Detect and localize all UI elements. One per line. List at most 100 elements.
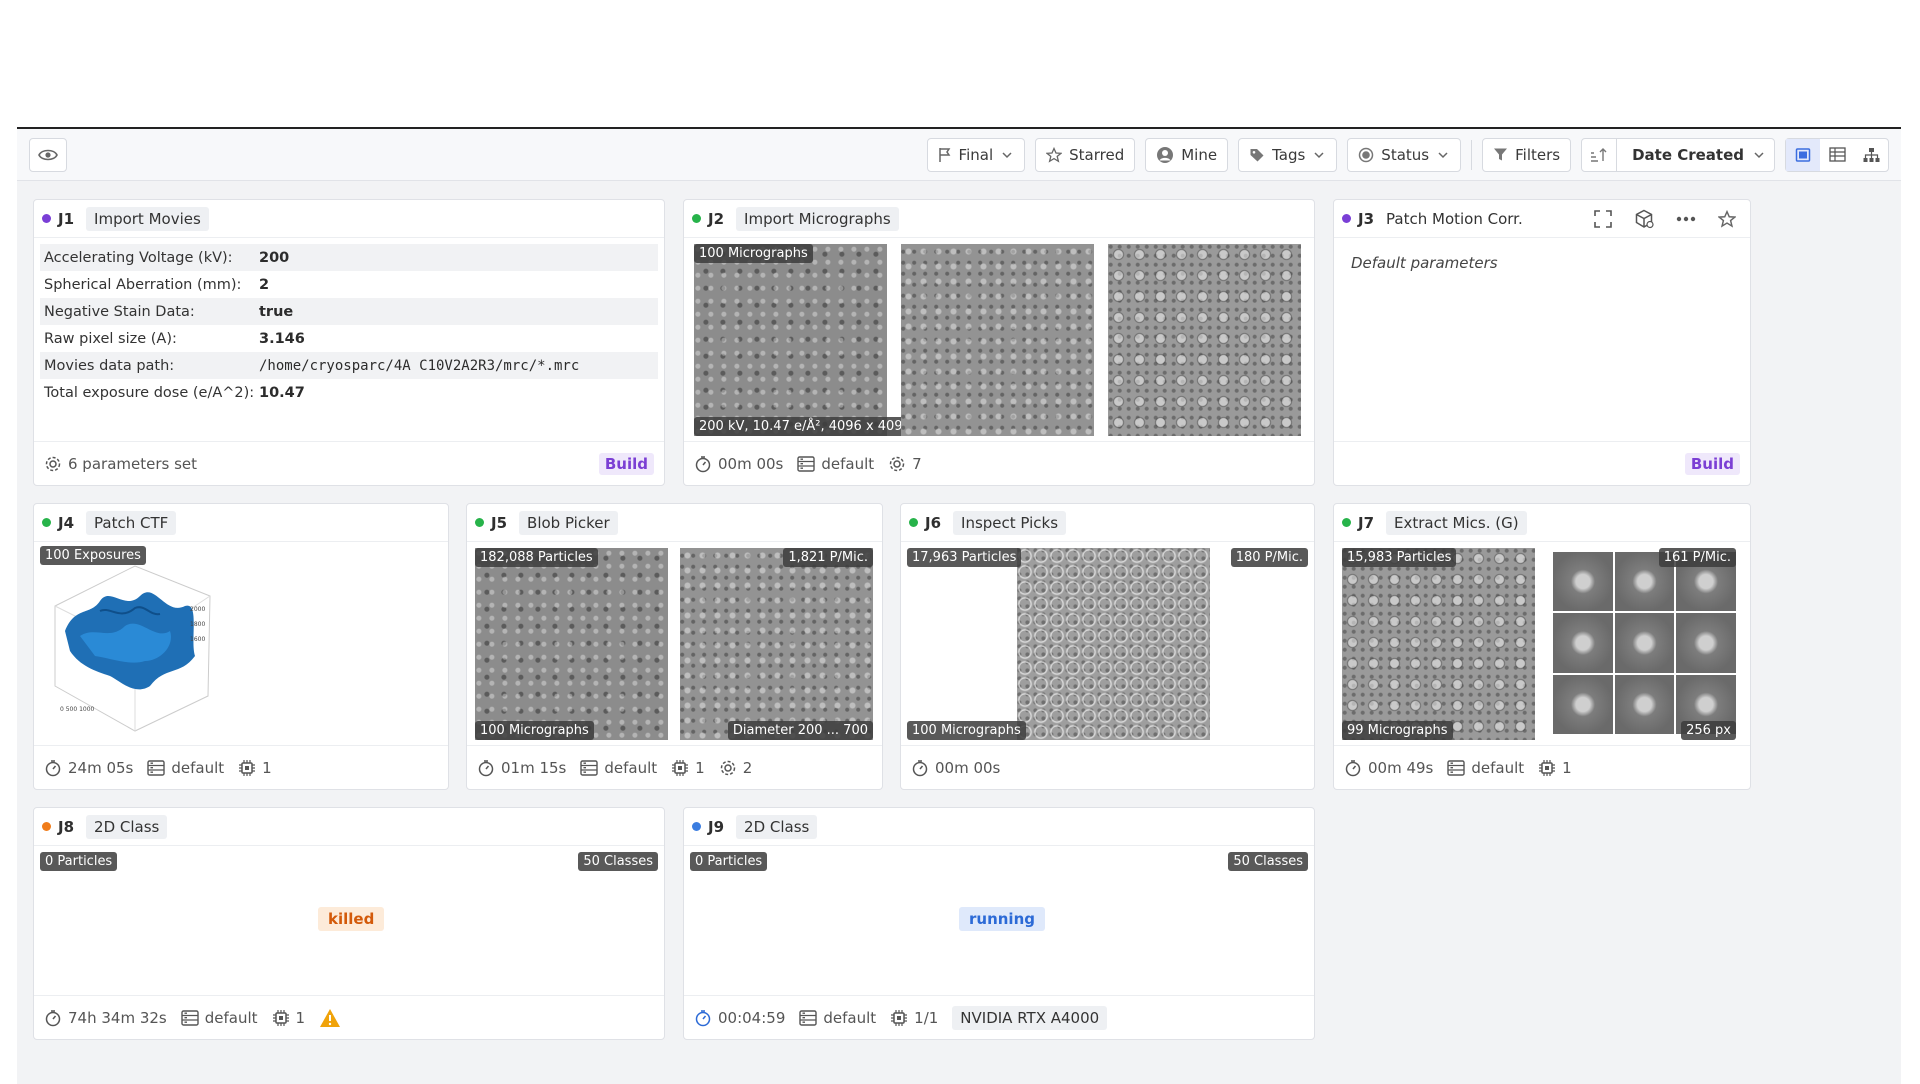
micrograph-thumbnail[interactable]: 182,088 Particles 100 Micrographs	[475, 548, 668, 740]
micrograph-thumbnail[interactable]: 1,821 P/Mic. Diameter 200 ... 700	[680, 548, 873, 740]
mine-filter-button[interactable]: Mine	[1145, 137, 1229, 172]
particle-cell	[1614, 674, 1675, 734]
funnel-icon	[1494, 148, 1508, 161]
job-card-j7[interactable]: J7 Extract Mics. (G) 15,983 Particles 99…	[1333, 503, 1751, 790]
particle-cell	[1614, 613, 1675, 673]
star-icon[interactable]	[1718, 209, 1736, 228]
build-button[interactable]: Build	[1684, 452, 1740, 475]
job-card-j8[interactable]: J8 2D Class 0 Particles 50 Classes kille…	[33, 807, 665, 1040]
job-card-footer: 00m 00s	[901, 745, 1314, 789]
ctf-plot-thumbnail[interactable]: 2000 1800 1600 0 500 1000 100 Exposures	[40, 546, 237, 744]
svg-text:2000: 2000	[190, 606, 205, 613]
tag-icon	[1250, 148, 1264, 161]
micrograph-previews: 182,088 Particles 100 Micrographs 1,821 …	[475, 548, 873, 740]
starred-filter-label: Starred	[1069, 145, 1125, 164]
status-dot	[42, 214, 51, 223]
job-card-header: J8 2D Class	[34, 808, 664, 846]
runtime-label: 00m 00s	[718, 454, 784, 473]
runtime-label: 74h 34m 32s	[68, 1008, 167, 1027]
job-card-header: J9 2D Class	[684, 808, 1314, 846]
job-card-j9[interactable]: J9 2D Class 0 Particles 50 Classes runni…	[683, 807, 1315, 1040]
status-circle-icon	[1359, 147, 1374, 162]
param-key: Negative Stain Data:	[44, 303, 195, 320]
gpu-chip-icon	[239, 759, 256, 776]
filters-button[interactable]: Filters	[1482, 137, 1572, 172]
starred-filter-button[interactable]: Starred	[1035, 137, 1136, 172]
server-icon	[147, 759, 166, 776]
particle-cell	[1676, 613, 1736, 673]
sort-button[interactable]: Date Created	[1581, 137, 1775, 172]
visibility-toggle-button[interactable]	[29, 137, 67, 172]
runtime-info: 00m 00s	[694, 455, 783, 473]
stopwatch-icon	[695, 1009, 711, 1026]
sort-ascending-icon	[1591, 147, 1607, 162]
sort-direction-toggle[interactable]	[1582, 138, 1618, 171]
lane-info: default	[799, 1009, 876, 1027]
table-view-button[interactable]	[1820, 139, 1854, 171]
job-card-j5[interactable]: J5 Blob Picker 182,088 Particles 100 Mic…	[466, 503, 883, 790]
job-title[interactable]: 2D Class	[86, 814, 168, 839]
job-title[interactable]: Extract Mics. (G)	[1386, 510, 1527, 535]
runtime-label: 00:04:59	[718, 1008, 786, 1027]
job-card-header: J2 Import Micrographs	[684, 200, 1314, 238]
tree-view-button[interactable]	[1854, 139, 1888, 171]
lane-label: default	[1471, 758, 1525, 777]
job-card-j2[interactable]: J2 Import Micrographs 100 Micrographs 20…	[683, 199, 1315, 486]
lane-label: default	[204, 1008, 258, 1027]
chevron-down-icon	[1438, 151, 1448, 158]
server-icon	[797, 455, 816, 472]
lane-label: default	[823, 1008, 877, 1027]
filter-toolbar: Final Starred Mine Tags Status Filters D…	[17, 129, 1901, 181]
expand-icon[interactable]	[1594, 209, 1612, 228]
build-button[interactable]: Build	[598, 452, 654, 475]
chevron-down-icon	[1314, 151, 1324, 158]
particle-count-badge: 0 Particles	[40, 852, 118, 871]
warning-icon[interactable]	[319, 1008, 341, 1028]
gpu-count: 1	[295, 1008, 306, 1027]
job-title[interactable]: 2D Class	[736, 814, 818, 839]
status-dot	[909, 518, 918, 527]
micrograph-thumbnail[interactable]	[1017, 548, 1210, 740]
tags-filter-button[interactable]: Tags	[1238, 137, 1338, 172]
runtime-info: 00:04:59	[694, 1009, 785, 1027]
job-id: J5	[491, 513, 508, 532]
status-filter-button[interactable]: Status	[1347, 137, 1462, 172]
cube-icon[interactable]	[1634, 209, 1654, 229]
particle-grid-thumbnail[interactable]: 161 P/Mic. 256 px	[1553, 548, 1736, 740]
lane-label: default	[604, 758, 658, 777]
job-title[interactable]: Import Micrographs	[736, 206, 899, 231]
job-id: J2	[708, 209, 725, 228]
gear-icon	[45, 456, 61, 471]
particle-grid	[1553, 552, 1736, 734]
job-card-header: J1 Import Movies	[34, 200, 664, 238]
micrograph-thumbnail[interactable]: 100 Micrographs 200 kV, 10.47 e/Å², 4096…	[694, 244, 916, 436]
job-card-j1[interactable]: J1 Import Movies Accelerating Voltage (k…	[33, 199, 665, 486]
job-card-footer: 00:04:59 default 1/1 NVIDIA RTX A4000	[684, 995, 1314, 1039]
runtime-info: 74h 34m 32s	[44, 1009, 167, 1027]
more-options-icon[interactable]	[1676, 216, 1696, 222]
job-card-j6[interactable]: J6 Inspect Picks 17,963 Particles 180 P/…	[900, 503, 1315, 790]
job-card-j4[interactable]: J4 Patch CTF 2000 1800 1600 0 500 1000 1…	[33, 503, 449, 790]
micrograph-thumbnail[interactable]: 15,983 Particles 99 Micrographs	[1342, 548, 1535, 740]
micrograph-thumbnail[interactable]	[1108, 244, 1301, 436]
job-card-footer: 00m 00s default 7	[684, 441, 1314, 485]
lane-info: default	[147, 759, 224, 777]
runtime-label: 00m 49s	[1368, 758, 1434, 777]
gpu-info: 1	[1538, 759, 1572, 777]
job-title[interactable]: Patch Motion Corr.	[1386, 210, 1523, 228]
gpu-chip-icon	[672, 759, 689, 776]
job-card-j3[interactable]: J3 Patch Motion Corr. Default parameters…	[1333, 199, 1751, 486]
job-card-footer: 24m 05s default 1	[34, 745, 448, 789]
svg-text:0 500 1000: 0 500 1000	[60, 706, 95, 713]
card-view-button[interactable]	[1786, 138, 1820, 171]
micrograph-thumbnail[interactable]	[901, 244, 1094, 436]
server-icon	[580, 759, 599, 776]
final-filter-button[interactable]: Final	[926, 137, 1026, 172]
sort-field-select[interactable]: Date Created	[1624, 146, 1774, 164]
job-title[interactable]: Blob Picker	[519, 510, 618, 535]
job-title[interactable]: Import Movies	[86, 206, 209, 231]
filters-label: Filters	[1515, 145, 1561, 164]
job-title[interactable]: Patch CTF	[86, 510, 177, 535]
job-title[interactable]: Inspect Picks	[953, 510, 1067, 535]
gpu-count: 1	[262, 758, 272, 777]
